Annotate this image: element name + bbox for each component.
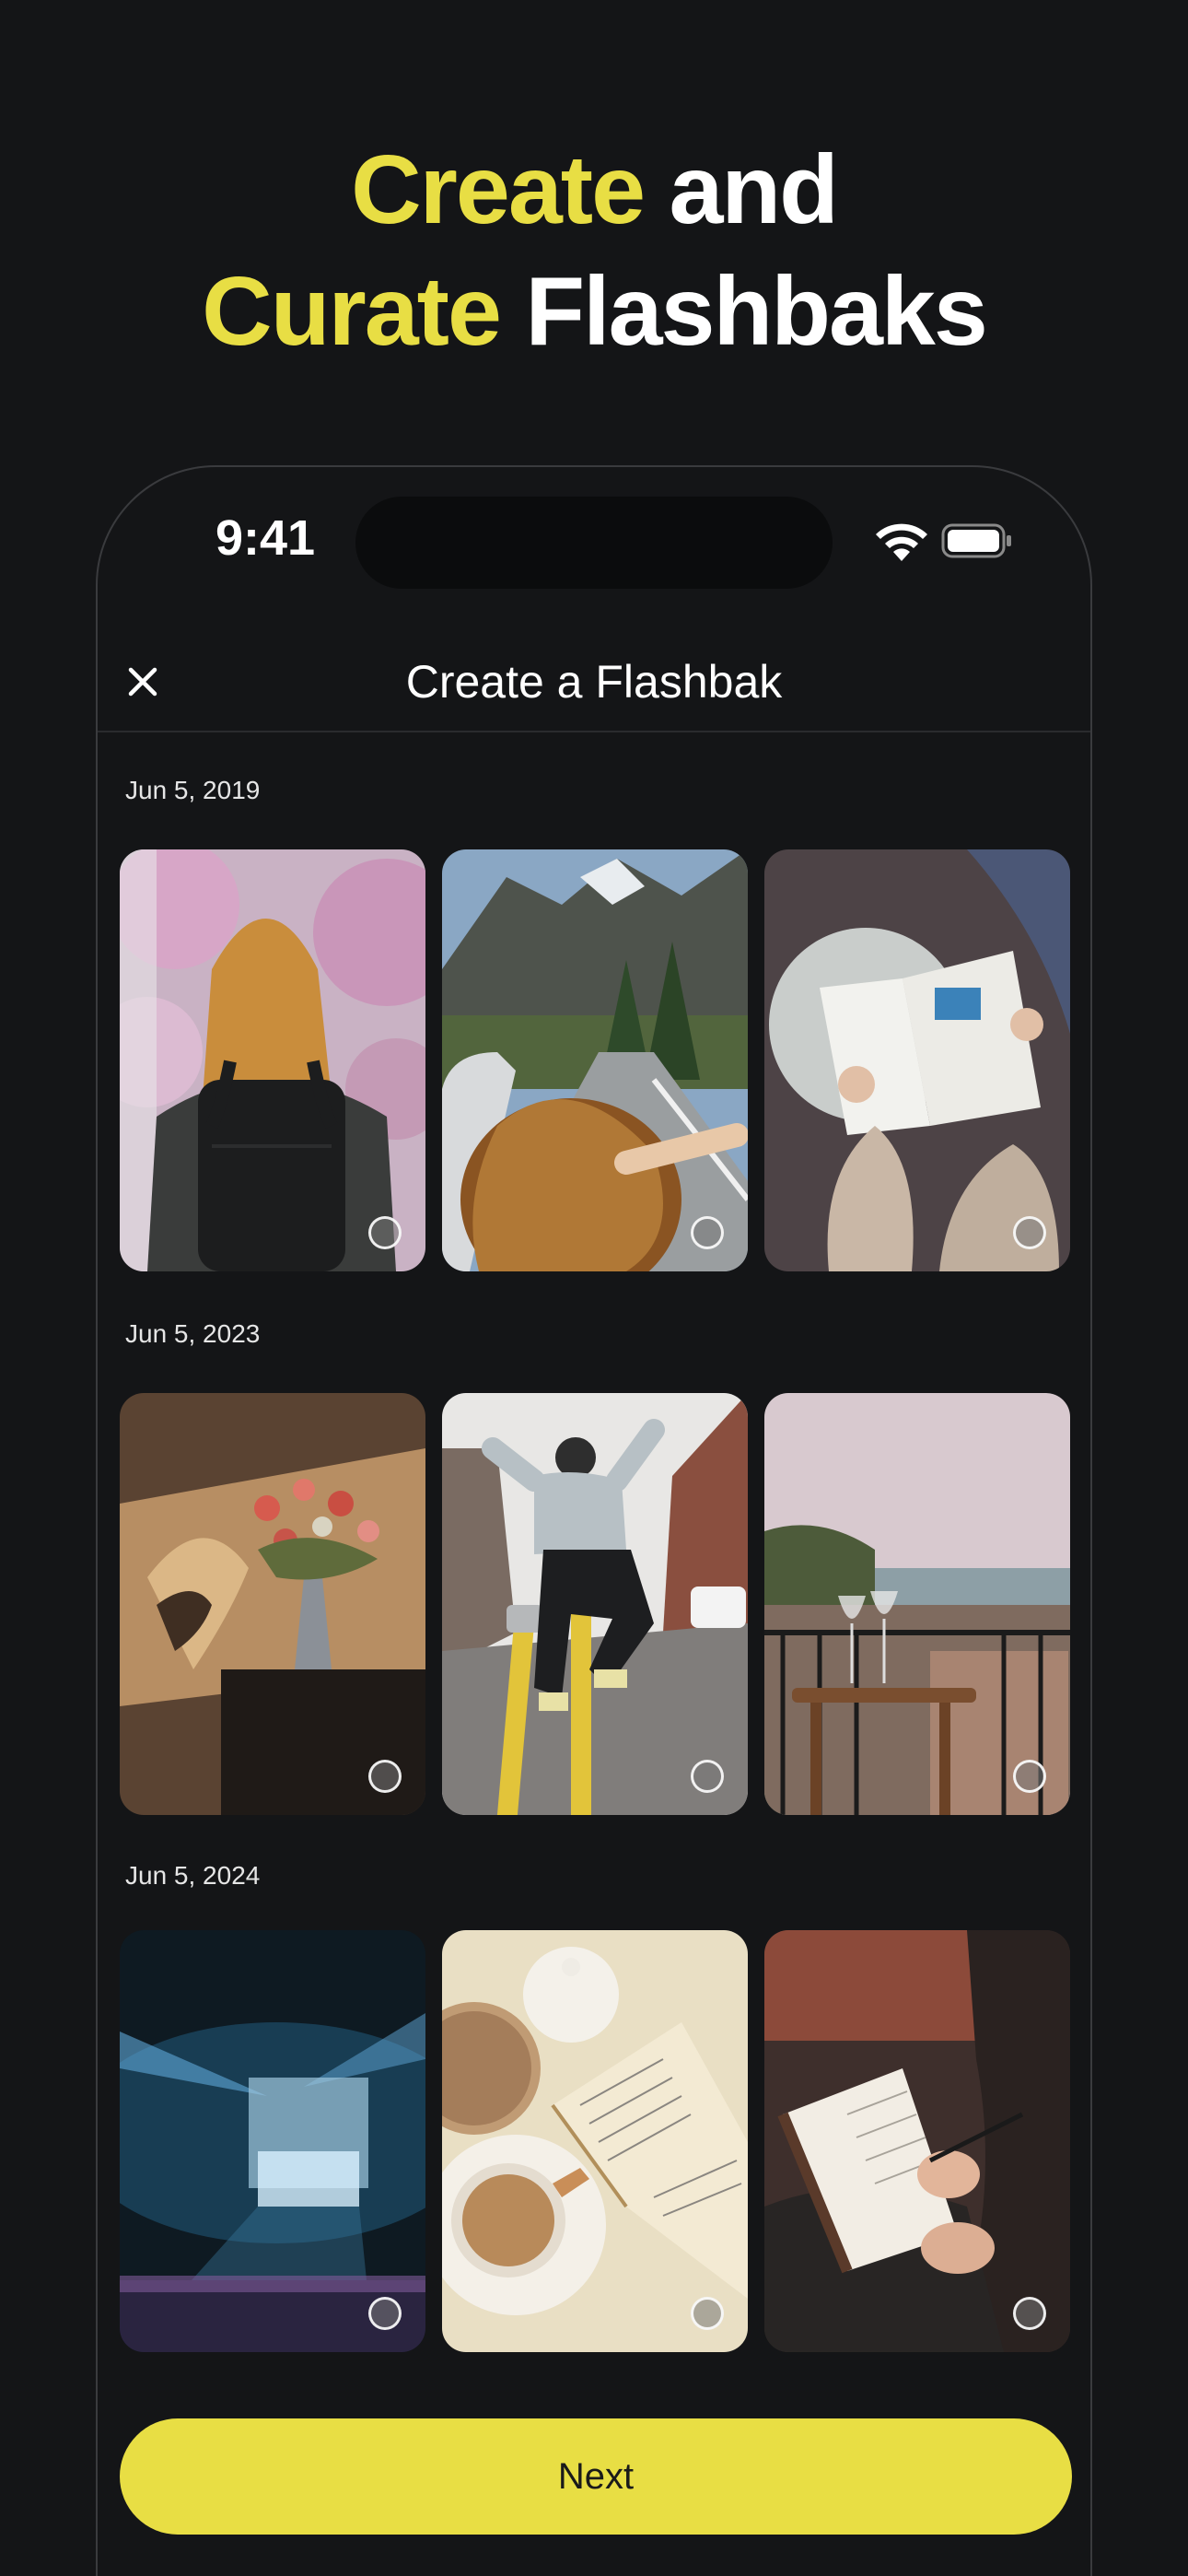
dynamic-island: [355, 497, 833, 589]
car-window-mountains-photo[interactable]: [442, 849, 748, 1271]
status-time: 9:41: [215, 510, 316, 566]
headline-plain-1: and: [669, 135, 838, 244]
headline-accent-2: Curate: [202, 257, 502, 366]
wifi-icon: [876, 523, 927, 561]
writing-journal-photo[interactable]: [764, 1930, 1070, 2352]
select-circle[interactable]: [1013, 1216, 1046, 1249]
headline-line-2: Curate Flashbaks: [0, 251, 1188, 372]
concert-stage-photo[interactable]: [120, 1930, 425, 2352]
select-circle[interactable]: [368, 2297, 402, 2330]
headline-plain-2: Flashbaks: [525, 257, 987, 366]
select-circle[interactable]: [368, 1216, 402, 1249]
headline-line-1: Create and: [0, 129, 1188, 251]
select-circle[interactable]: [368, 1760, 402, 1793]
battery-icon: [941, 523, 1011, 558]
page-title: Create a Flashbak: [405, 656, 783, 708]
next-button[interactable]: Next: [120, 2418, 1072, 2535]
flowers-vase-photo[interactable]: [120, 1393, 425, 1815]
select-circle[interactable]: [1013, 1760, 1046, 1793]
section-date: Jun 5, 2019: [125, 776, 261, 804]
select-circle[interactable]: [691, 1760, 724, 1793]
section-date: Jun 5, 2024: [125, 1861, 261, 1890]
coffee-and-book-photo[interactable]: [442, 1930, 748, 2352]
nav-bar: Create a Flashbak: [98, 633, 1090, 732]
balcony-wine-glasses-photo[interactable]: [764, 1393, 1070, 1815]
reading-magazine-photo[interactable]: [764, 849, 1070, 1271]
phone-frame: 9:41 Create a Flashbak Jun 5, 2019 Jun 5…: [96, 465, 1092, 2576]
headline-accent-1: Create: [351, 135, 646, 244]
woman-with-backpack-photo[interactable]: [120, 849, 425, 1271]
select-circle[interactable]: [691, 2297, 724, 2330]
man-jumping-street-photo[interactable]: [442, 1393, 748, 1815]
section-date: Jun 5, 2023: [125, 1319, 261, 1348]
headline: Create and Curate Flashbaks: [0, 129, 1188, 372]
select-circle[interactable]: [1013, 2297, 1046, 2330]
select-circle[interactable]: [691, 1216, 724, 1249]
